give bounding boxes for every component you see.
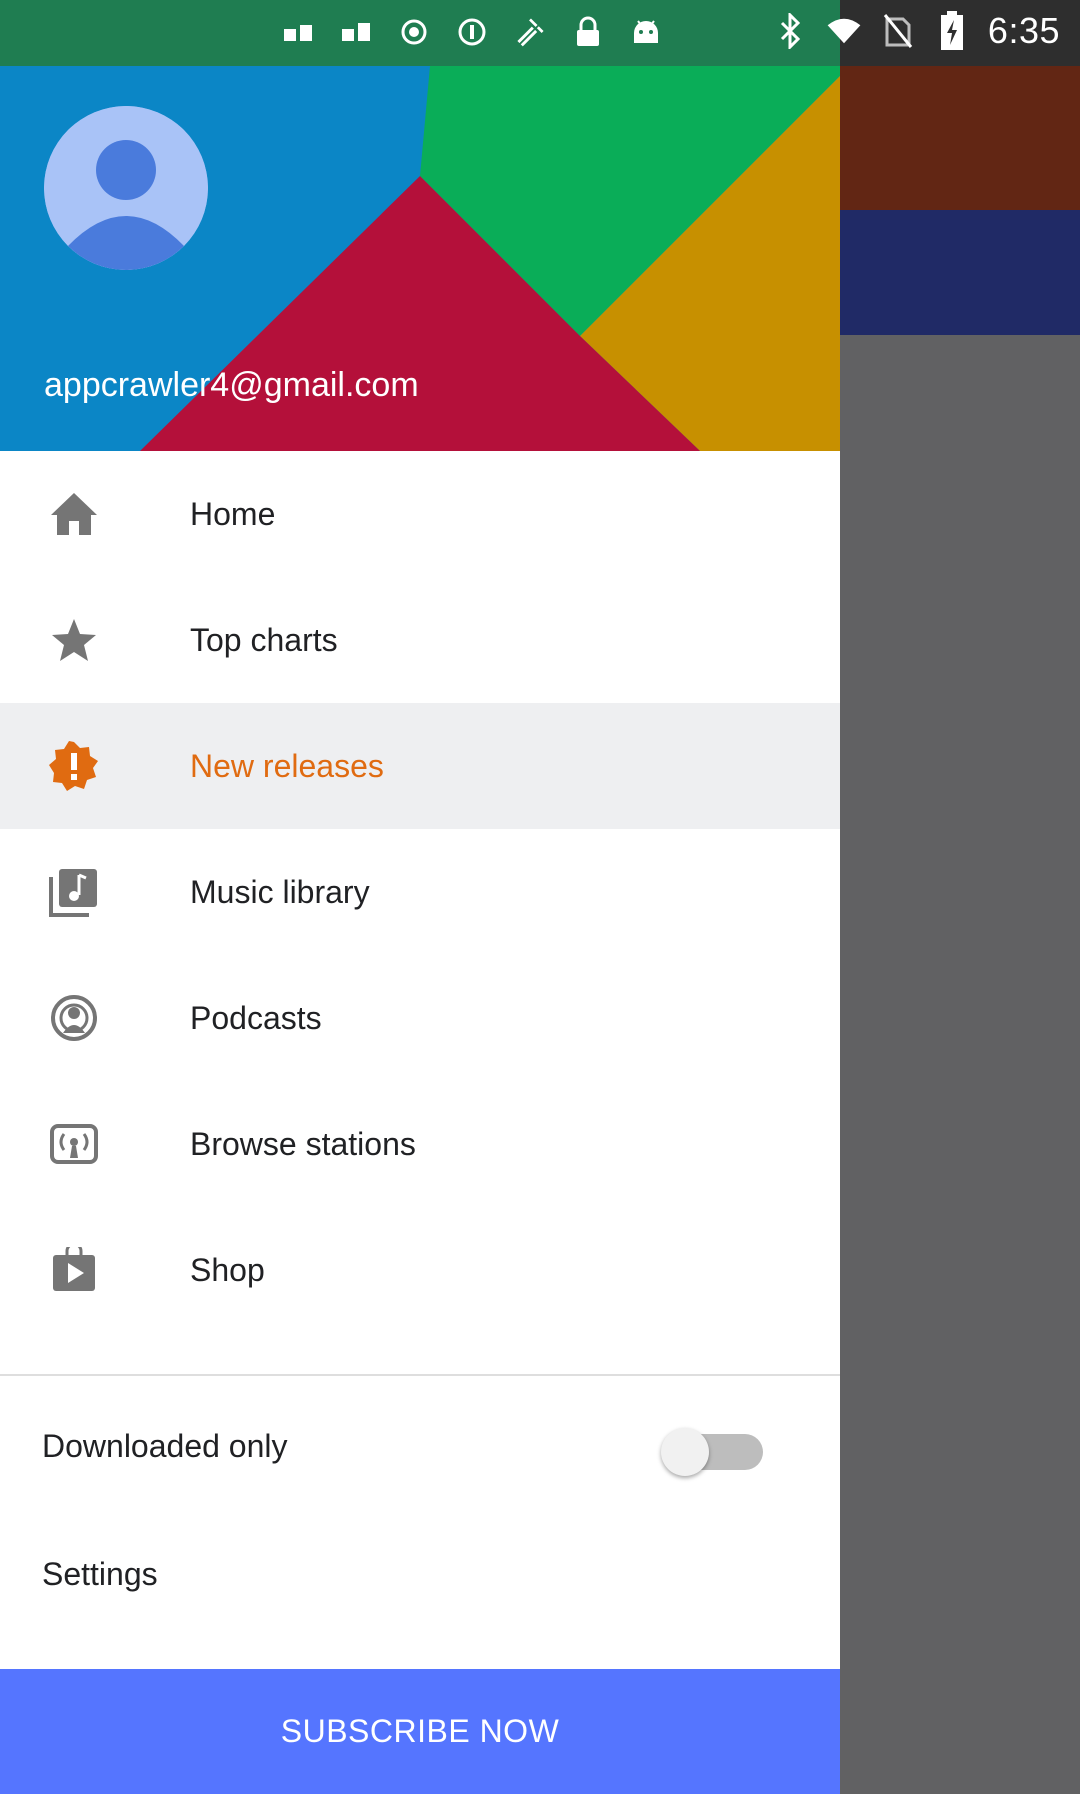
account-avatar[interactable] bbox=[44, 106, 208, 270]
switch-thumb bbox=[661, 1428, 709, 1476]
nav-item-label: Browse stations bbox=[190, 1125, 416, 1162]
nav-item-label: Podcasts bbox=[190, 999, 322, 1036]
notification-icon bbox=[338, 14, 374, 50]
subscribe-now-label: SUBSCRIBE NOW bbox=[280, 1713, 560, 1749]
status-bar-right-icons: 6:35 bbox=[772, 10, 1060, 52]
music-library-icon bbox=[46, 864, 102, 920]
nav-item-label: Home bbox=[190, 495, 276, 532]
play-store-icon bbox=[46, 1242, 102, 1298]
downloaded-only-label: Downloaded only bbox=[42, 1428, 288, 1464]
lock-icon bbox=[570, 14, 606, 50]
nav-item-home[interactable]: Home bbox=[0, 451, 840, 577]
person-icon bbox=[44, 106, 208, 270]
alert-badge-icon bbox=[46, 738, 102, 794]
satellite-icon bbox=[512, 14, 548, 50]
radio-icon bbox=[46, 1116, 102, 1172]
drawer-divider bbox=[0, 1374, 840, 1376]
bluetooth-icon bbox=[772, 13, 808, 49]
nav-item-label: Shop bbox=[190, 1251, 265, 1288]
drawer-header: appcrawler4@gmail.com bbox=[0, 66, 840, 451]
account-email[interactable]: appcrawler4@gmail.com bbox=[44, 366, 419, 405]
nav-item-browse-stations[interactable]: Browse stations bbox=[0, 1081, 840, 1207]
downloaded-only-row[interactable]: Downloaded only bbox=[0, 1386, 840, 1506]
info-icon bbox=[454, 14, 490, 50]
no-sim-icon bbox=[880, 13, 916, 49]
podcast-icon bbox=[46, 990, 102, 1046]
nav-item-new-releases[interactable]: New releases bbox=[0, 703, 840, 829]
nav-item-music-library[interactable]: Music library bbox=[0, 829, 840, 955]
status-time: 6:35 bbox=[987, 10, 1060, 51]
status-bar: 6:35 bbox=[0, 0, 1080, 66]
downloaded-only-switch[interactable] bbox=[655, 1422, 773, 1478]
background-app-header bbox=[840, 66, 1080, 210]
subscribe-now-button[interactable]: SUBSCRIBE NOW bbox=[0, 1669, 840, 1794]
settings-row[interactable]: Settings bbox=[0, 1516, 840, 1636]
nav-item-label: Music library bbox=[190, 873, 370, 910]
nav-item-podcasts[interactable]: Podcasts bbox=[0, 955, 840, 1081]
background-scrim[interactable] bbox=[840, 335, 1080, 1794]
settings-label: Settings bbox=[42, 1556, 158, 1592]
battery-charging-icon bbox=[934, 11, 970, 50]
android-icon bbox=[628, 14, 664, 50]
nav-item-top-charts[interactable]: Top charts bbox=[0, 577, 840, 703]
nav-item-label: New releases bbox=[190, 747, 384, 784]
notification-icon bbox=[280, 14, 316, 50]
background-app-toolbar bbox=[840, 210, 1080, 335]
wifi-icon bbox=[826, 13, 862, 49]
star-icon bbox=[46, 612, 102, 668]
nav-item-shop[interactable]: Shop bbox=[0, 1207, 840, 1333]
home-icon bbox=[46, 486, 102, 542]
nav-item-label: Top charts bbox=[190, 621, 338, 658]
status-bar-left-icons bbox=[280, 14, 664, 50]
drawer-nav-list: Home Top charts New releases Music libra… bbox=[0, 451, 840, 1333]
navigation-drawer: appcrawler4@gmail.com Home Top charts Ne… bbox=[0, 66, 840, 1794]
target-icon bbox=[396, 14, 432, 50]
